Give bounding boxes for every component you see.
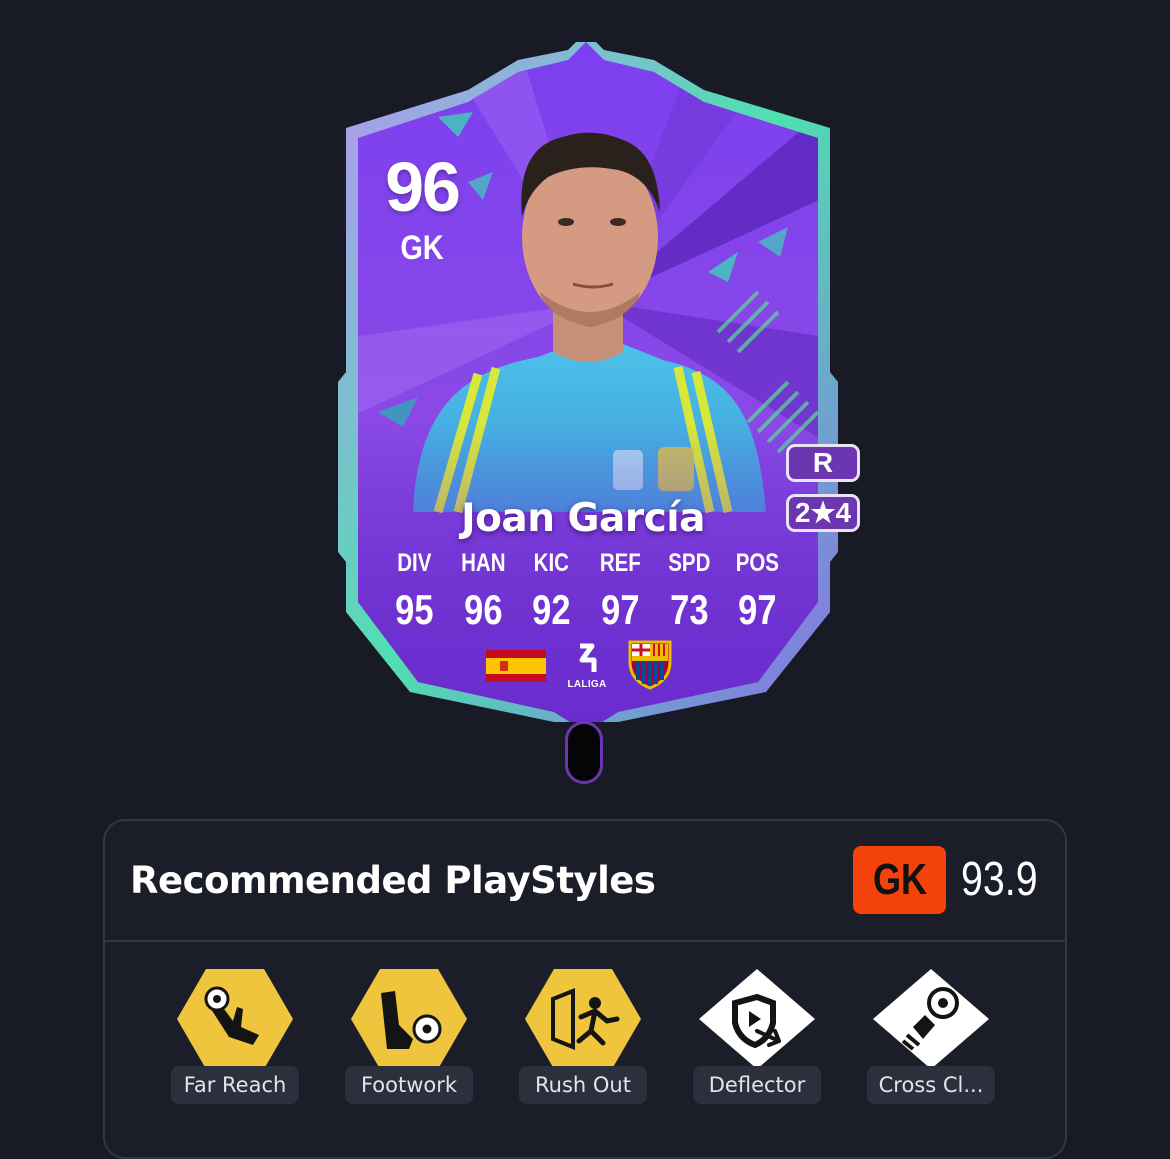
card-rating: 96: [385, 148, 461, 226]
stat-kic: KIC 92: [517, 544, 586, 638]
panel-title: Recommended PlayStyles: [130, 859, 656, 902]
carousel-indicator[interactable]: [565, 721, 603, 784]
stats-row: DIV 95 HAN 96 KIC 92 REF 97 SPD 73 POS 9…: [366, 544, 806, 638]
stat-han: HAN 96: [449, 544, 518, 638]
position-badge: GK: [853, 846, 946, 914]
playstyle-label: Deflector: [693, 1066, 821, 1104]
stat-spd: SPD 73: [655, 544, 724, 638]
panel-header: Recommended PlayStyles GK 93.9: [105, 821, 1065, 942]
stat-label: POS: [736, 549, 780, 577]
far-reach-icon: [177, 969, 293, 1069]
playstyle-label: Footwork: [345, 1066, 473, 1104]
stat-label: KIC: [534, 549, 570, 577]
league-label: LALIGA: [567, 679, 607, 690]
card-position: GK: [400, 229, 444, 267]
recommended-playstyles-panel: Recommended PlayStyles GK 93.9 Far Reach…: [103, 819, 1067, 1159]
playstyle-far-reach[interactable]: Far Reach: [171, 969, 299, 1109]
stat-label: HAN: [460, 549, 506, 577]
position-badge-label: GK: [872, 855, 927, 904]
skill-weakfoot-badge: 2★4: [786, 494, 860, 532]
stat-value: 92: [532, 586, 571, 633]
spain-flag-icon: [486, 650, 546, 682]
stat-div: DIV 95: [380, 544, 449, 638]
stat-label: SPD: [667, 549, 711, 577]
cross-claimer-icon: [873, 969, 989, 1069]
card-badges: LALIGA: [478, 640, 698, 692]
footwork-icon: [351, 969, 467, 1069]
stat-value: 97: [738, 586, 777, 633]
fc-barcelona-crest-icon: [628, 640, 672, 690]
laliga-icon: LALIGA: [562, 642, 612, 690]
playstyle-label: Rush Out: [519, 1066, 647, 1104]
rush-out-icon: [525, 969, 641, 1069]
preferred-foot-badge: R: [786, 444, 860, 482]
playstyle-label: Far Reach: [171, 1066, 299, 1104]
stat-value: 73: [669, 586, 709, 633]
stat-pos: POS 97: [723, 544, 792, 638]
stat-label: DIV: [397, 549, 432, 577]
stat-value: 95: [395, 586, 434, 633]
playstyle-list: Far Reach Footwork Rush Out Deflector Cr…: [171, 969, 1001, 1129]
playstyle-label: Cross Cl...: [867, 1066, 995, 1104]
player-name: Joan García: [461, 496, 705, 541]
player-card[interactable]: 96 GK Joan García DIV 95 HAN 96 KIC 92 R…: [318, 42, 860, 722]
stat-ref: REF 97: [586, 544, 655, 638]
playstyle-rush-out[interactable]: Rush Out: [519, 969, 647, 1109]
stat-label: REF: [599, 549, 641, 577]
stat-value: 96: [463, 586, 503, 633]
stat-value: 97: [601, 586, 640, 633]
deflector-icon: [699, 969, 815, 1069]
playstyle-deflector[interactable]: Deflector: [693, 969, 821, 1109]
playstyle-cross-claimer[interactable]: Cross Cl...: [867, 969, 995, 1109]
playstyle-footwork[interactable]: Footwork: [345, 969, 473, 1109]
position-score: 93.9: [961, 853, 1038, 906]
